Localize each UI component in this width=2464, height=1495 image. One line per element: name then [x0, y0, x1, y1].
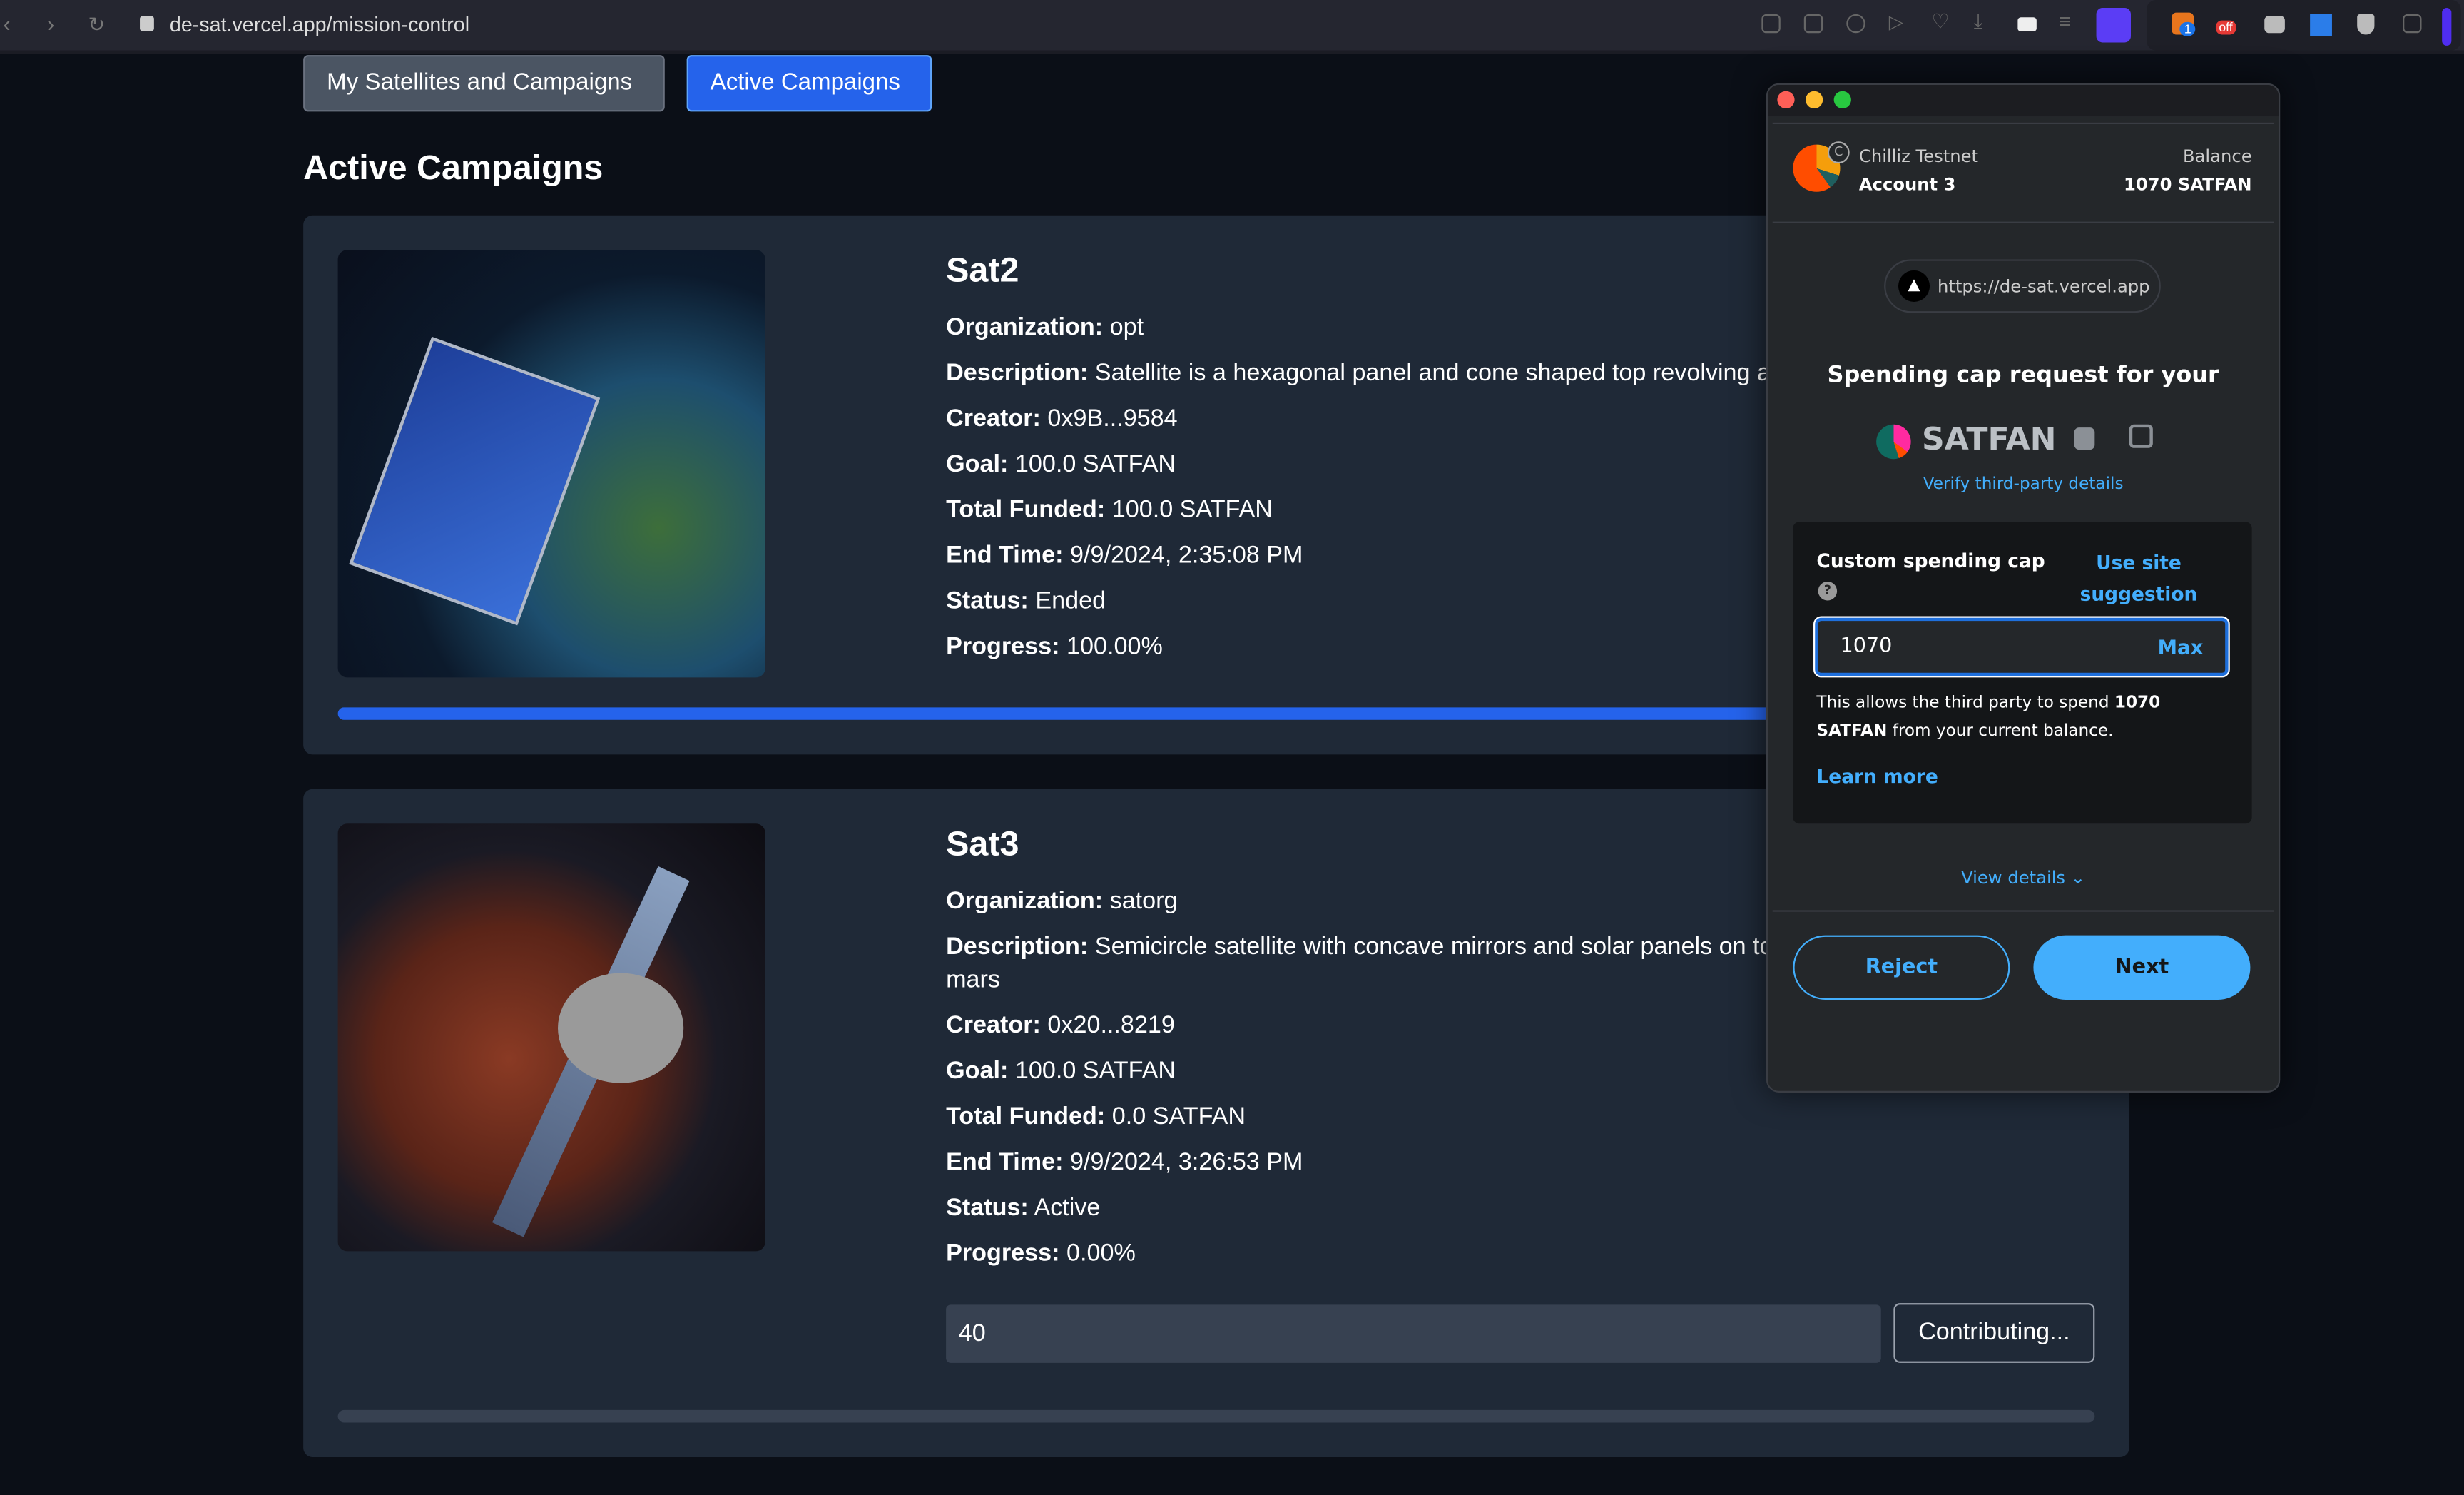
shield-extension-icon[interactable]: [2357, 14, 2375, 35]
balance-value: 1070 SATFAN: [2124, 174, 2252, 196]
label: Creator:: [946, 1012, 1041, 1040]
origin-url: https://de-sat.vercel.app: [1938, 276, 2150, 298]
label: Organization:: [946, 314, 1104, 342]
goal-value: 100.0 SATFAN: [1014, 451, 1176, 478]
tab-my-satellites[interactable]: My Satellites and Campaigns: [303, 55, 665, 112]
label: Progress:: [946, 633, 1060, 661]
browser-toolbar: ‹ › ↻ de-sat.vercel.app/mission-control …: [0, 0, 2464, 54]
organization-value: satorg: [1109, 888, 1178, 916]
status-value: Active: [1034, 1195, 1101, 1222]
label: Goal:: [946, 451, 1009, 478]
progress-value: 0.00%: [1066, 1240, 1136, 1267]
organization-value: opt: [1109, 314, 1144, 342]
network-name[interactable]: Chilliz Testnet: [1859, 146, 1978, 167]
balance-label: Balance: [2182, 146, 2252, 167]
external-link-icon[interactable]: [2129, 424, 2153, 448]
label: Progress:: [946, 1240, 1060, 1267]
page-title: Active Campaigns: [303, 148, 604, 188]
allow-text-post: from your current balance.: [1887, 721, 2114, 741]
label: Status:: [946, 1195, 1029, 1222]
satellite-body: [557, 973, 684, 1083]
shield-icon[interactable]: [1846, 14, 1865, 34]
divider: [1772, 221, 2274, 223]
use-site-suggestion[interactable]: Use site suggestion: [2072, 547, 2204, 610]
address-bar[interactable]: de-sat.vercel.app/mission-control: [170, 13, 469, 36]
token-name: SATFAN: [1922, 420, 2057, 458]
label: End Time:: [946, 1149, 1064, 1176]
label: Creator:: [946, 405, 1041, 432]
custom-cap-label: Custom spending cap: [1816, 549, 2045, 572]
satellite-image: [337, 250, 765, 678]
verify-link[interactable]: Verify third-party details: [1768, 475, 2279, 493]
learn-more-link[interactable]: Learn more: [1816, 766, 1938, 788]
divider: [1772, 122, 2274, 125]
reload-icon[interactable]: ↻: [88, 13, 105, 38]
spending-cap-box: Custom spending cap ? Use site suggestio…: [1793, 522, 2252, 824]
forward-icon[interactable]: ›: [47, 11, 54, 36]
token-icon: [1876, 424, 1911, 460]
cursor-extension-icon[interactable]: [2310, 14, 2332, 36]
share-icon[interactable]: [1761, 14, 1781, 34]
heart-icon[interactable]: ♡: [1931, 9, 1950, 33]
account-name[interactable]: Account 3: [1859, 175, 1956, 196]
cap-input-value[interactable]: 1070: [1840, 635, 1892, 659]
contribution-input[interactable]: [946, 1304, 1881, 1363]
status-value: Ended: [1035, 587, 1106, 615]
total-funded-value: 0.0 SATFAN: [1111, 1103, 1246, 1130]
next-button[interactable]: Next: [2033, 935, 2251, 1000]
divider: [1772, 910, 2274, 912]
progress-value: 100.00%: [1066, 633, 1163, 661]
extension-badge-off[interactable]: off: [2215, 20, 2236, 35]
creator-value: 0x9B...9584: [1047, 405, 1178, 432]
cube-extension-icon[interactable]: [2403, 14, 2422, 34]
screenshot-extension-icon[interactable]: [2264, 16, 2285, 34]
view-details-label: View details: [1961, 867, 2066, 888]
satellite-icon: [349, 336, 601, 626]
play-icon[interactable]: ▷: [1889, 11, 1908, 33]
sidebar-toggle[interactable]: [2442, 8, 2452, 46]
tab-active-campaigns[interactable]: Active Campaigns: [686, 55, 932, 112]
contribute-button[interactable]: Contributing...: [1893, 1303, 2095, 1363]
camera-icon[interactable]: [1803, 14, 1823, 34]
close-button[interactable]: [1777, 91, 1795, 108]
end-time-value: 9/9/2024, 3:26:53 PM: [1070, 1149, 1303, 1176]
cap-input[interactable]: 1070 Max: [1815, 617, 2229, 676]
battery-icon[interactable]: [2017, 17, 2037, 32]
window-titlebar: [1768, 84, 2279, 117]
label: Status:: [946, 587, 1029, 615]
max-button[interactable]: Max: [2158, 635, 2204, 659]
profile-icon[interactable]: [2096, 8, 2131, 43]
back-icon[interactable]: ‹: [3, 11, 10, 36]
wallet-popup: C Chilliz Testnet Account 3 Balance 1070…: [1766, 83, 2281, 1093]
label: Description:: [946, 933, 1089, 961]
maximize-button[interactable]: [1833, 91, 1851, 108]
total-funded-value: 100.0 SATFAN: [1111, 497, 1273, 524]
origin-pill: ▲ https://de-sat.vercel.app: [1884, 259, 2161, 313]
label: Goal:: [946, 1058, 1009, 1085]
menu-icon[interactable]: ≡: [2059, 9, 2077, 33]
satellite-image: [337, 823, 765, 1252]
minimize-button[interactable]: [1806, 91, 1823, 108]
end-time-value: 9/9/2024, 2:35:08 PM: [1070, 542, 1303, 569]
allow-text-pre: This allows the third party to spend: [1816, 693, 2114, 712]
reject-button[interactable]: Reject: [1793, 935, 2010, 1000]
view-details-button[interactable]: View details ⌄: [1768, 868, 2279, 888]
label: Total Funded:: [946, 1103, 1106, 1130]
chevron-down-icon: ⌄: [2070, 867, 2086, 888]
label: Total Funded:: [946, 497, 1106, 524]
label: Description:: [946, 360, 1089, 387]
label: Organization:: [946, 888, 1104, 916]
creator-value: 0x20...8219: [1047, 1012, 1175, 1040]
allow-text: This allows the third party to spend 107…: [1816, 689, 2233, 745]
vercel-icon: ▲: [1898, 270, 1930, 302]
network-icon: C: [1827, 141, 1850, 164]
download-icon[interactable]: ⤓: [1974, 9, 1992, 33]
lock-icon: [140, 16, 154, 32]
progress-bar: [337, 1409, 2095, 1423]
goal-value: 100.0 SATFAN: [1014, 1058, 1176, 1085]
request-title: Spending cap request for your: [1827, 363, 2219, 389]
help-icon[interactable]: ?: [1818, 582, 1838, 601]
label: End Time:: [946, 542, 1064, 569]
copy-icon[interactable]: [2074, 427, 2095, 450]
